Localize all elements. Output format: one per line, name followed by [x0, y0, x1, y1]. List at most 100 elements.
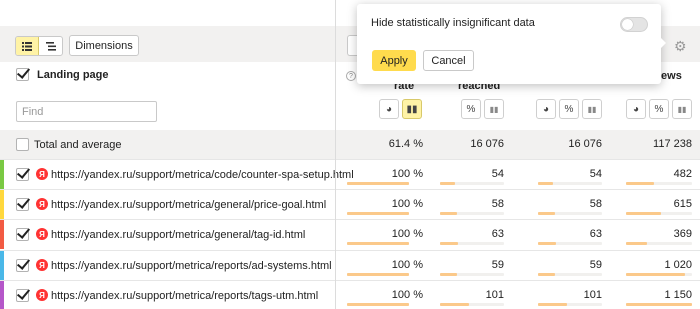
value-bar-fill: [347, 242, 409, 245]
value-bar: [626, 273, 692, 276]
value-bar-fill: [538, 212, 555, 215]
row-value-3: 58: [589, 198, 602, 210]
landing-page-checkbox[interactable]: [16, 68, 29, 81]
value-bar-fill: [538, 273, 555, 276]
total-value-1: 61.4 %: [388, 138, 423, 150]
row-color-stripe: [0, 281, 4, 309]
value-bar: [538, 212, 602, 215]
value-bar-fill: [347, 212, 409, 215]
yandex-favicon-icon: Я: [36, 259, 48, 271]
row-url[interactable]: https://yandex.ru/support/metrica/genera…: [51, 199, 326, 211]
find-input[interactable]: [16, 101, 157, 122]
value-bar-fill: [347, 182, 409, 185]
right-toolbar-input[interactable]: [347, 35, 357, 56]
total-value-2: 16 076: [470, 138, 504, 150]
value-bar: [347, 242, 409, 245]
row-value-3: 54: [589, 168, 602, 180]
value-bar: [347, 273, 409, 276]
pie-chart-icon: ◕: [632, 103, 640, 115]
bar-chart-button[interactable]: ▮▮: [402, 99, 422, 119]
dimensions-button[interactable]: Dimensions: [69, 35, 139, 56]
apply-button[interactable]: Apply: [372, 50, 416, 71]
bar-chart-button[interactable]: ▮▮: [672, 99, 692, 119]
row-checkbox[interactable]: [16, 198, 29, 211]
row-value-1: 100 %: [391, 289, 423, 301]
row-value-2: 54: [491, 168, 504, 180]
value-bar: [347, 182, 409, 185]
value-bar-fill: [626, 242, 648, 245]
row-value-4: 482: [673, 168, 692, 180]
info-icon[interactable]: ?: [346, 71, 356, 81]
value-bar-fill: [626, 273, 685, 276]
bar-chart-icon: ▮▮: [489, 104, 499, 114]
row-value-4: 1 150: [664, 289, 692, 301]
value-bar-fill: [440, 273, 457, 276]
tree-view-button[interactable]: [39, 37, 62, 55]
row-url[interactable]: https://yandex.ru/support/metrica/report…: [51, 290, 318, 302]
percent-icon: %: [466, 103, 476, 115]
column-divider: [335, 0, 336, 309]
value-bar-fill: [626, 303, 692, 306]
landing-page-header: Landing page: [16, 68, 109, 81]
row-url[interactable]: https://yandex.ru/support/metrica/code/c…: [51, 169, 354, 181]
value-bar-fill: [347, 303, 409, 306]
left-header-blank: [0, 0, 336, 26]
row-value-1: 100 %: [391, 198, 423, 210]
row-checkbox[interactable]: [16, 289, 29, 302]
bar-chart-button[interactable]: ▮▮: [582, 99, 602, 119]
value-bar: [626, 182, 692, 185]
pie-chart-button[interactable]: ◕: [536, 99, 556, 119]
percent-icon: %: [564, 103, 574, 115]
bar-chart-icon: ▮▮: [587, 104, 597, 114]
tree-view-icon: [45, 41, 56, 51]
row-value-2: 101: [485, 289, 504, 301]
value-bar: [538, 303, 602, 306]
value-bar-fill: [626, 212, 662, 215]
value-bar: [347, 303, 409, 306]
row-value-2: 58: [491, 198, 504, 210]
row-value-3: 101: [583, 289, 602, 301]
value-bar: [440, 212, 504, 215]
cancel-button[interactable]: Cancel: [423, 50, 474, 71]
row-value-1: 100 %: [391, 228, 423, 240]
value-bar: [440, 303, 504, 306]
pie-chart-button[interactable]: ◕: [626, 99, 646, 119]
row-url[interactable]: https://yandex.ru/support/metrica/genera…: [51, 229, 305, 241]
percent-button[interactable]: %: [461, 99, 481, 119]
toggle-knob: [622, 19, 633, 30]
value-bar-fill: [626, 182, 654, 185]
value-bar-fill: [538, 242, 556, 245]
row-value-2: 63: [491, 228, 504, 240]
bar-chart-button[interactable]: ▮▮: [484, 99, 504, 119]
yandex-favicon-icon: Я: [36, 289, 48, 301]
hide-insignificant-label: Hide statistically insignificant data: [371, 17, 535, 29]
value-bar-fill: [440, 212, 457, 215]
total-checkbox[interactable]: [16, 138, 29, 151]
hide-insignificant-toggle[interactable]: [620, 17, 648, 32]
pie-chart-button[interactable]: ◕: [379, 99, 399, 119]
percent-button[interactable]: %: [649, 99, 669, 119]
list-view-button[interactable]: [16, 37, 40, 55]
yandex-favicon-icon: Я: [36, 228, 48, 240]
total-value-3: 16 076: [568, 138, 602, 150]
row-checkbox[interactable]: [16, 168, 29, 181]
gear-icon[interactable]: ⚙: [674, 38, 687, 55]
row-checkbox[interactable]: [16, 259, 29, 272]
table-row: Яhttps://yandex.ru/support/metrica/gener…: [0, 219, 700, 249]
percent-button[interactable]: %: [559, 99, 579, 119]
row-value-2: 59: [491, 259, 504, 271]
row-checkbox[interactable]: [16, 228, 29, 241]
value-bar-fill: [440, 242, 458, 245]
yandex-favicon-icon: Я: [36, 168, 48, 180]
row-value-1: 100 %: [391, 168, 423, 180]
value-bar: [347, 212, 409, 215]
list-view-icon: [22, 41, 32, 51]
value-bar-fill: [538, 182, 554, 185]
value-bar: [538, 182, 602, 185]
row-value-3: 59: [589, 259, 602, 271]
row-url[interactable]: https://yandex.ru/support/metrica/report…: [51, 260, 332, 272]
value-bar-fill: [440, 182, 456, 185]
value-bar: [538, 242, 602, 245]
table-row: Яhttps://yandex.ru/support/metrica/repor…: [0, 250, 700, 280]
total-value-4: 117 238: [653, 138, 692, 150]
